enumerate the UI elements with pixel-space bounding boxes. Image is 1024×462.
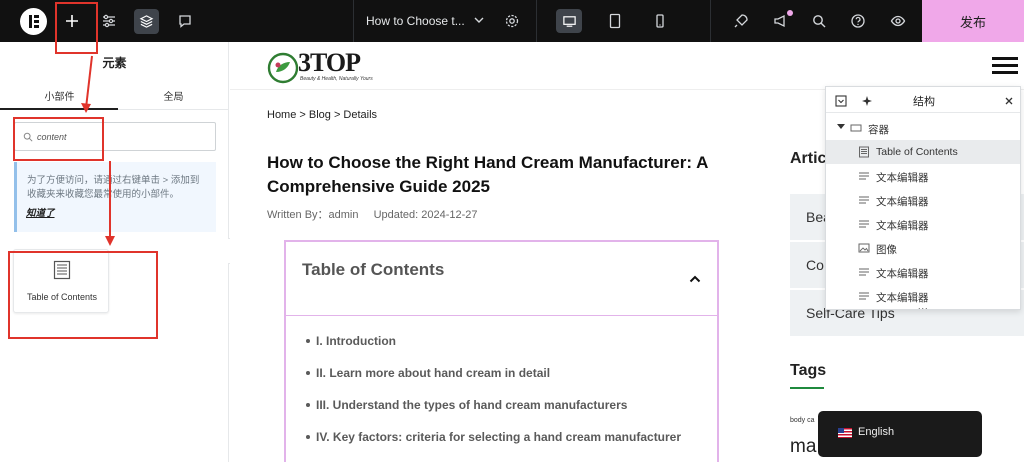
mobile-view-button[interactable] bbox=[648, 9, 672, 33]
search-button[interactable] bbox=[807, 9, 831, 33]
structure-item-text-editor[interactable]: 文本编辑器 bbox=[826, 188, 1020, 212]
language-label: English bbox=[858, 426, 895, 438]
gear-icon bbox=[505, 14, 519, 28]
tag-link[interactable]: body ca bbox=[790, 417, 815, 424]
structure-item-text-editor[interactable]: 文本编辑器 bbox=[826, 260, 1020, 284]
toc-header[interactable]: Table of Contents bbox=[286, 242, 717, 316]
sliders-icon bbox=[103, 14, 115, 28]
post-title: How to Choose the Right Hand Cream Manuf… bbox=[267, 153, 708, 196]
caret-down-icon[interactable] bbox=[837, 124, 845, 129]
text-editor-icon bbox=[858, 218, 870, 230]
us-flag-icon bbox=[838, 428, 852, 438]
toc-item[interactable]: II. Learn more about hand cream in detai… bbox=[305, 366, 550, 380]
panel-tabs: 小部件 全局 bbox=[0, 84, 229, 110]
mobile-icon bbox=[656, 14, 664, 28]
notification-dot bbox=[787, 10, 793, 16]
eye-icon bbox=[890, 15, 906, 27]
annotation-box bbox=[55, 2, 98, 54]
text-editor-icon bbox=[858, 170, 870, 182]
panel-title: 元素 bbox=[102, 56, 127, 70]
comment-icon bbox=[179, 15, 191, 28]
text-editor-icon bbox=[858, 266, 870, 278]
post-updated: Updated: 2024-12-27 bbox=[373, 209, 478, 221]
tab-widgets[interactable]: 小部件 bbox=[2, 88, 117, 103]
favorites-tip: 为了方便访问，请通过右键单击 > 添加到收藏夹来收藏您最常使用的小部件。 bbox=[14, 162, 216, 232]
help-button[interactable] bbox=[846, 9, 870, 33]
page-settings-button[interactable] bbox=[500, 9, 524, 33]
text-editor-icon bbox=[858, 194, 870, 206]
megaphone-icon bbox=[774, 14, 785, 28]
tags-heading: Tags bbox=[790, 362, 827, 379]
launchpad-button[interactable] bbox=[729, 9, 753, 33]
document-title[interactable]: How to Choose t... bbox=[366, 14, 465, 28]
language-switcher[interactable]: English bbox=[818, 411, 982, 457]
structure-item-image[interactable]: 图像 bbox=[826, 236, 1020, 260]
comments-button[interactable] bbox=[173, 9, 197, 33]
layers-icon bbox=[139, 15, 154, 28]
sidebar-heading: Artic bbox=[790, 150, 827, 167]
got-it-link[interactable]: 知道了 bbox=[26, 205, 55, 219]
toc-widget[interactable]: Table of Contents I. Introduction II. Le… bbox=[284, 240, 719, 462]
toc-icon bbox=[858, 146, 870, 158]
post-meta: Written By：admin Updated: 2024-12-27 bbox=[267, 206, 490, 222]
close-icon[interactable] bbox=[1003, 94, 1015, 106]
elementor-logo-icon[interactable] bbox=[20, 8, 47, 35]
tag-link[interactable]: ma bbox=[790, 436, 816, 458]
tags-underline bbox=[790, 387, 824, 389]
structure-item-label: Table of Contents bbox=[876, 146, 958, 158]
text-editor-icon bbox=[858, 290, 870, 302]
resize-handle[interactable]: ... bbox=[918, 301, 929, 309]
structure-item-label: 容器 bbox=[868, 124, 889, 136]
structure-item-text-editor[interactable]: 文本编辑器 bbox=[826, 164, 1020, 188]
editor-topbar: How to Choose t... 发布 bbox=[0, 0, 1024, 42]
active-tab-indicator bbox=[0, 108, 118, 110]
structure-header: 结构 bbox=[826, 87, 1020, 113]
structure-item-container[interactable]: 容器 bbox=[826, 116, 1020, 140]
toc-item[interactable]: I. Introduction bbox=[306, 334, 396, 348]
preview-button[interactable] bbox=[886, 9, 910, 33]
tablet-icon bbox=[609, 13, 621, 29]
tip-text: 为了方便访问，请通过右键单击 > 添加到收藏夹来收藏您最常使用的小部件。 bbox=[27, 175, 200, 200]
category-label: Co bbox=[806, 257, 824, 273]
brand-name: 3TOP bbox=[298, 48, 361, 77]
site-settings-button[interactable] bbox=[97, 9, 121, 33]
site-header: 3TOP Beauty & Health, Naturally Yours bbox=[230, 42, 1024, 90]
tablet-view-button[interactable] bbox=[603, 9, 627, 33]
chevron-up-icon[interactable] bbox=[688, 272, 702, 286]
search-icon bbox=[813, 15, 826, 28]
toc-title: Table of Contents bbox=[302, 260, 445, 279]
brand-tagline: Beauty & Health, Naturally Yours bbox=[300, 76, 373, 82]
structure-item-text-editor[interactable]: 文本编辑器 bbox=[826, 212, 1020, 236]
structure-item-label: 文本编辑器 bbox=[876, 196, 929, 208]
structure-item-label: 图像 bbox=[876, 244, 897, 256]
desktop-view-button[interactable] bbox=[556, 9, 582, 33]
structure-item-label: 文本编辑器 bbox=[876, 268, 929, 280]
structure-button[interactable] bbox=[134, 9, 159, 34]
breadcrumb: Home > Blog > Details bbox=[267, 109, 378, 121]
structure-title: 结构 bbox=[913, 96, 935, 108]
toc-item[interactable]: IV. Key factors: criteria for selecting … bbox=[305, 430, 681, 444]
brand-leaf-icon bbox=[267, 52, 299, 84]
help-icon bbox=[851, 14, 865, 28]
container-icon bbox=[850, 122, 862, 134]
tab-global[interactable]: 全局 bbox=[116, 88, 231, 103]
structure-panel: 结构 容器 Table of Contents 文本编辑器 文本编辑器 文本编辑… bbox=[825, 86, 1021, 310]
rocket-icon bbox=[734, 14, 748, 28]
annotation-box bbox=[13, 117, 104, 161]
chevron-down-icon[interactable] bbox=[472, 13, 486, 27]
structure-item-toc[interactable]: Table of Contents bbox=[826, 140, 1020, 164]
post-author: Written By：admin bbox=[267, 209, 359, 221]
desktop-icon bbox=[562, 15, 576, 27]
annotation-box bbox=[8, 251, 158, 339]
structure-item-label: 文本编辑器 bbox=[876, 220, 929, 232]
image-icon bbox=[858, 242, 870, 254]
toc-item[interactable]: III. Understand the types of hand cream … bbox=[305, 398, 627, 412]
publish-button[interactable]: 发布 bbox=[922, 0, 1024, 42]
menu-icon[interactable] bbox=[992, 57, 1018, 75]
structure-item-label: 文本编辑器 bbox=[876, 172, 929, 184]
